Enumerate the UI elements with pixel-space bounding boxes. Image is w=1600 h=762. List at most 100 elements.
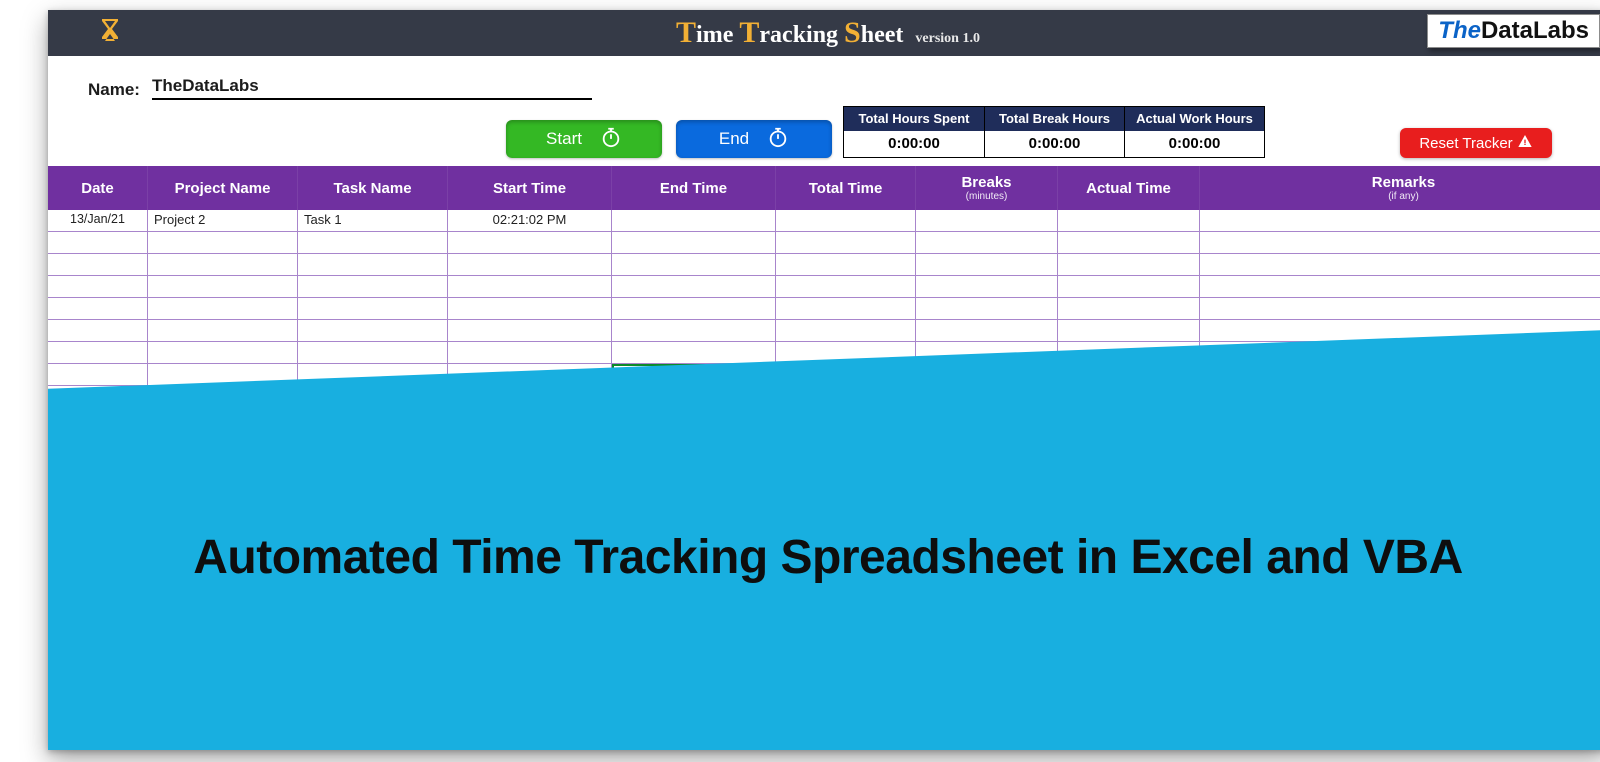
table-row[interactable] [48,254,1600,276]
cell[interactable] [298,276,448,297]
cell[interactable] [148,320,298,341]
cell[interactable] [916,320,1058,341]
warning-icon [1517,133,1533,153]
cell[interactable] [1058,254,1200,275]
cell[interactable] [612,210,776,231]
cell[interactable] [298,298,448,319]
cell[interactable]: Project 2 [148,210,298,231]
cell[interactable] [148,298,298,319]
summary-head-total: Total Hours Spent [844,107,984,131]
cell[interactable] [1200,276,1600,297]
summary-head-break: Total Break Hours [985,107,1124,131]
title-heet: heet [861,22,904,48]
cell[interactable] [298,342,448,363]
cell[interactable] [298,232,448,253]
cell[interactable] [1058,298,1200,319]
cell[interactable] [48,298,148,319]
cell[interactable] [448,342,612,363]
cell[interactable] [448,298,612,319]
name-value[interactable]: TheDataLabs [152,76,592,100]
cell[interactable] [612,320,776,341]
cell[interactable] [448,320,612,341]
cell[interactable] [916,298,1058,319]
col-remarks: Remarks(if any) [1200,166,1600,210]
cell[interactable] [48,342,148,363]
cell[interactable] [776,232,916,253]
cell[interactable]: 13/Jan/21 [48,210,148,231]
cell[interactable] [148,254,298,275]
cell[interactable] [612,254,776,275]
cell[interactable] [612,342,776,363]
title-racking: racking [759,22,844,48]
cell[interactable] [448,276,612,297]
cell[interactable] [48,254,148,275]
start-button-label: Start [546,129,582,149]
cell[interactable] [448,232,612,253]
cell[interactable] [612,298,776,319]
cell[interactable] [48,276,148,297]
summary-col-break: Total Break Hours 0:00:00 [984,107,1124,157]
logo-box: TheDataLabs [1427,14,1600,48]
table-row[interactable] [48,232,1600,254]
cell[interactable]: Task 1 [298,210,448,231]
grid-header: Date Project Name Task Name Start Time E… [48,166,1600,210]
stopwatch-icon [767,126,789,153]
cell[interactable] [1058,320,1200,341]
summary-val-actual: 0:00:00 [1125,131,1264,157]
table-row[interactable] [48,320,1600,342]
cell[interactable] [48,364,148,385]
col-task-label: Task Name [333,180,411,197]
name-label: Name: [88,80,140,100]
table-row[interactable] [48,276,1600,298]
reset-button[interactable]: Reset Tracker [1400,128,1552,158]
summary-col-actual: Actual Work Hours 0:00:00 [1124,107,1264,157]
cell[interactable] [1200,210,1600,231]
cell[interactable] [148,276,298,297]
cell[interactable]: 02:21:02 PM [448,210,612,231]
title-letter-t1: T [676,16,696,49]
cell[interactable] [776,210,916,231]
cell[interactable] [148,232,298,253]
cell[interactable] [776,254,916,275]
cell[interactable] [48,320,148,341]
cell[interactable] [1200,232,1600,253]
table-row[interactable]: 13/Jan/21Project 2Task 102:21:02 PM [48,210,1600,232]
hourglass-icon [48,17,122,50]
cell[interactable] [298,320,448,341]
title-letter-t2: T [739,16,759,49]
table-row[interactable] [48,298,1600,320]
cell[interactable] [298,254,448,275]
col-breaks-label: Breaks [961,174,1011,191]
end-button-label: End [719,129,749,149]
cell[interactable] [612,232,776,253]
cell[interactable] [916,210,1058,231]
overlay-headline: Automated Time Tracking Spreadsheet in E… [193,530,1462,585]
title-ime: ime [696,22,739,48]
cell[interactable] [776,320,916,341]
summary-head-actual: Actual Work Hours [1125,107,1264,131]
cell[interactable] [1058,276,1200,297]
col-project-label: Project Name [175,180,271,197]
start-button[interactable]: Start [506,120,662,158]
cell[interactable] [916,254,1058,275]
cell[interactable] [1058,210,1200,231]
cell[interactable] [916,276,1058,297]
cell[interactable] [1058,232,1200,253]
cell[interactable] [612,276,776,297]
end-button[interactable]: End [676,120,832,158]
col-remarks-label: Remarks [1372,174,1435,191]
cell[interactable] [776,276,916,297]
app-title: Time Tracking Sheet version 1.0 [676,16,980,50]
cell[interactable] [916,232,1058,253]
col-date-label: Date [81,180,114,197]
cell[interactable] [1200,254,1600,275]
cell[interactable] [1200,298,1600,319]
cell[interactable] [148,342,298,363]
cell[interactable] [776,298,916,319]
col-date: Date [48,166,148,210]
cell[interactable] [48,232,148,253]
cyan-overlay: Automated Time Tracking Spreadsheet in E… [48,330,1600,750]
topbar: Time Tracking Sheet version 1.0 TheDataL… [48,10,1600,56]
col-breaks: Breaks(minutes) [916,166,1058,210]
cell[interactable] [448,254,612,275]
